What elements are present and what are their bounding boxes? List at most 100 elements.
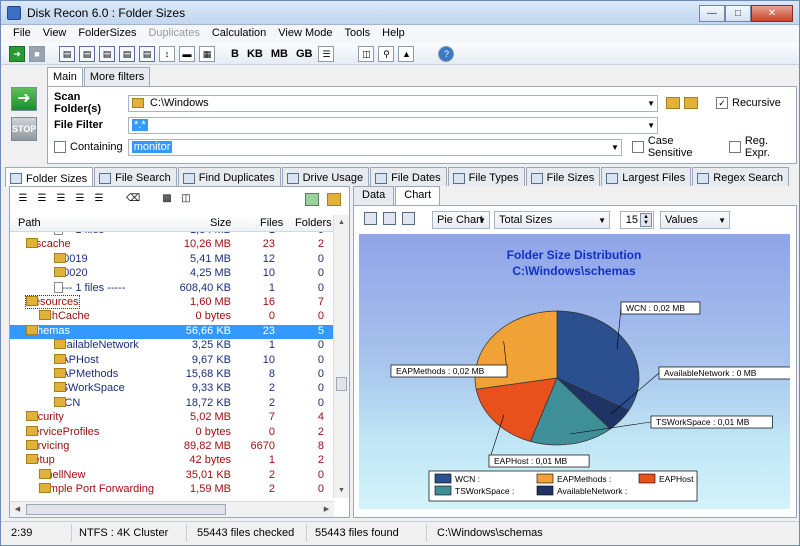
report-csv-icon[interactable]: ▤ [119,45,135,62]
tab-regex-search[interactable]: Regex Search [692,167,789,186]
item-count-spinner[interactable]: 15 ▲ ▼ [620,211,654,229]
eraser-icon[interactable]: ⌫ [126,193,140,205]
tree-row[interactable]: ----- 1 files ----- 608,40 KB 1 0 [10,281,334,296]
refresh-icon[interactable] [305,193,319,206]
maximize-button[interactable]: □ [725,5,751,22]
col-path[interactable]: Path [18,217,41,229]
expand-level-3-icon[interactable]: ☰ [73,193,87,205]
print-icon[interactable] [402,212,415,225]
tree-row[interactable]: −schemas 56,66 KB 23 5 [10,324,334,339]
open-folder-icon[interactable]: ◫ [179,193,193,205]
tree-row[interactable]: +Setup 42 bytes 1 2 [10,454,334,468]
menu-calculation[interactable]: Calculation [206,25,272,43]
auto-unit-icon[interactable]: ☰ [318,45,335,62]
regex-checkbox[interactable] [728,141,741,153]
unit-kb-button[interactable]: KB [245,48,265,60]
tab-file-sizes[interactable]: File Sizes [525,167,601,186]
tab-data[interactable]: Data [353,186,395,205]
tree-row[interactable]: +security 5,02 MB 7 4 [10,411,334,425]
unit-mb-button[interactable]: MB [269,48,290,60]
case-sensitive-checkbox[interactable] [631,141,644,153]
tab-drive-usage[interactable]: Drive Usage [281,167,370,186]
expand-level-2-icon[interactable]: ☰ [54,193,68,205]
report-html-icon[interactable]: ▤ [99,45,115,62]
stop-button[interactable]: STOP [11,117,37,141]
tree-row[interactable]: ShellNew 35,01 KB 2 0 [10,468,334,483]
file-filter-input[interactable]: *.* ▼ [128,116,658,134]
tree-row[interactable]: TSWorkSpace 9,33 KB 2 0 [10,382,334,396]
tree-row[interactable]: rc0019 5,41 MB 12 0 [10,252,334,267]
sort-icon[interactable]: ↕ [159,45,175,62]
folder-open-icon[interactable] [327,193,341,206]
zoom-icon[interactable]: ⚲ [378,45,395,62]
containing-input[interactable]: monitor ▼ [127,138,622,156]
menu-duplicates[interactable]: Duplicates [142,25,205,43]
chevron-down-icon[interactable]: ▼ [647,99,655,108]
start-scan-icon[interactable]: ➜ [9,45,25,62]
vertical-scrollbar[interactable]: ▲ ▼ [333,215,349,498]
scan-folder-input[interactable]: C:\Windows ▼ [128,94,658,112]
scroll-thumb[interactable] [26,504,226,515]
tab-chart[interactable]: Chart [395,186,441,206]
stop-scan-icon[interactable]: ■ [29,45,45,62]
tab-file-dates[interactable]: File Dates [370,167,447,186]
chart-type-select[interactable]: Pie Chart ▼ [432,211,490,229]
add-folder-icon[interactable] [684,97,698,109]
unit-gb-button[interactable]: GB [294,48,315,60]
tree-row[interactable]: EAPHost 9,67 KB 10 0 [10,353,334,368]
tab-more-filters[interactable]: More filters [83,67,151,87]
label-mode-select[interactable]: Values ▼ [660,211,730,229]
tree-row[interactable]: WCN 18,72 KB 2 0 [10,396,334,411]
tree-row[interactable]: +Resources 1,60 MB 16 7 [10,295,334,310]
expand-all-icon[interactable]: ☰ [16,193,30,205]
minimize-button[interactable]: — [699,5,725,22]
help-icon[interactable]: ? [438,45,455,62]
chart-metric-select[interactable]: Total Sizes ▼ [494,211,610,229]
tab-main[interactable]: Main [47,67,83,87]
trash-icon[interactable]: ▦ [199,45,215,62]
tab-folder-sizes[interactable]: Folder Sizes [5,167,94,187]
scroll-right-icon[interactable]: ▶ [319,502,334,517]
report-icon[interactable]: ▤ [59,45,75,62]
tree-row[interactable]: rc0020 4,25 MB 10 0 [10,267,334,281]
chevron-down-icon[interactable]: ▼ [611,143,619,152]
col-size[interactable]: Size [210,217,231,229]
scroll-up-icon[interactable]: ▲ [334,215,349,230]
tree-row[interactable]: AvailableNetwork 3,25 KB 1 0 [10,339,334,353]
tab-file-search[interactable]: File Search [94,167,177,186]
tab-find-duplicates[interactable]: Find Duplicates [177,167,281,186]
tab-file-types[interactable]: File Types [447,167,525,186]
chevron-down-icon[interactable]: ▼ [647,121,655,130]
scroll-down-icon[interactable]: ▼ [334,483,349,498]
go-button[interactable]: ➜ [11,87,37,111]
tree-row[interactable]: ----- 1 files 1,84 MB 1 0 [10,232,334,238]
save-icon[interactable]: ▩ [160,193,174,205]
menu-tools[interactable]: Tools [338,25,376,43]
tab-largest-files[interactable]: Largest Files [601,167,692,186]
layout-icon[interactable]: ◫ [358,45,375,62]
save-icon[interactable] [383,212,396,225]
tree-row[interactable]: SchCache 0 bytes 0 0 [10,310,334,324]
menu-view[interactable]: View [37,25,73,43]
report-text-icon[interactable]: ▤ [79,45,95,62]
tree-row[interactable]: +servicing 89,82 MB 6670 8 [10,440,334,454]
menu-help[interactable]: Help [376,25,411,43]
close-button[interactable]: ✕ [751,5,793,22]
menu-file[interactable]: File [7,25,37,43]
browse-folder-icon[interactable] [666,97,680,109]
tree-row[interactable]: Simple Port Forwarding 1,59 MB 2 0 [10,483,334,497]
expand-level-4-icon[interactable]: ☰ [92,193,106,205]
expand-level-1-icon[interactable]: ☰ [35,193,49,205]
tree-row[interactable]: +ServiceProfiles 0 bytes 0 2 [10,425,334,440]
tree-row[interactable]: −rescache 10,26 MB 23 2 [10,238,334,252]
col-files[interactable]: Files [260,217,283,229]
scroll-thumb[interactable] [336,377,347,391]
spinner-arrows-icon[interactable]: ▲ ▼ [640,213,652,227]
containing-checkbox[interactable] [54,141,66,153]
clipboard-icon[interactable] [364,212,377,225]
menu-view-mode[interactable]: View Mode [272,25,338,43]
horizontal-scrollbar[interactable]: ◀ ▶ [10,501,334,517]
col-folders[interactable]: Folders [295,217,332,229]
unit-b-button[interactable]: B [229,48,241,60]
recursive-checkbox[interactable]: ✓ [716,97,728,109]
